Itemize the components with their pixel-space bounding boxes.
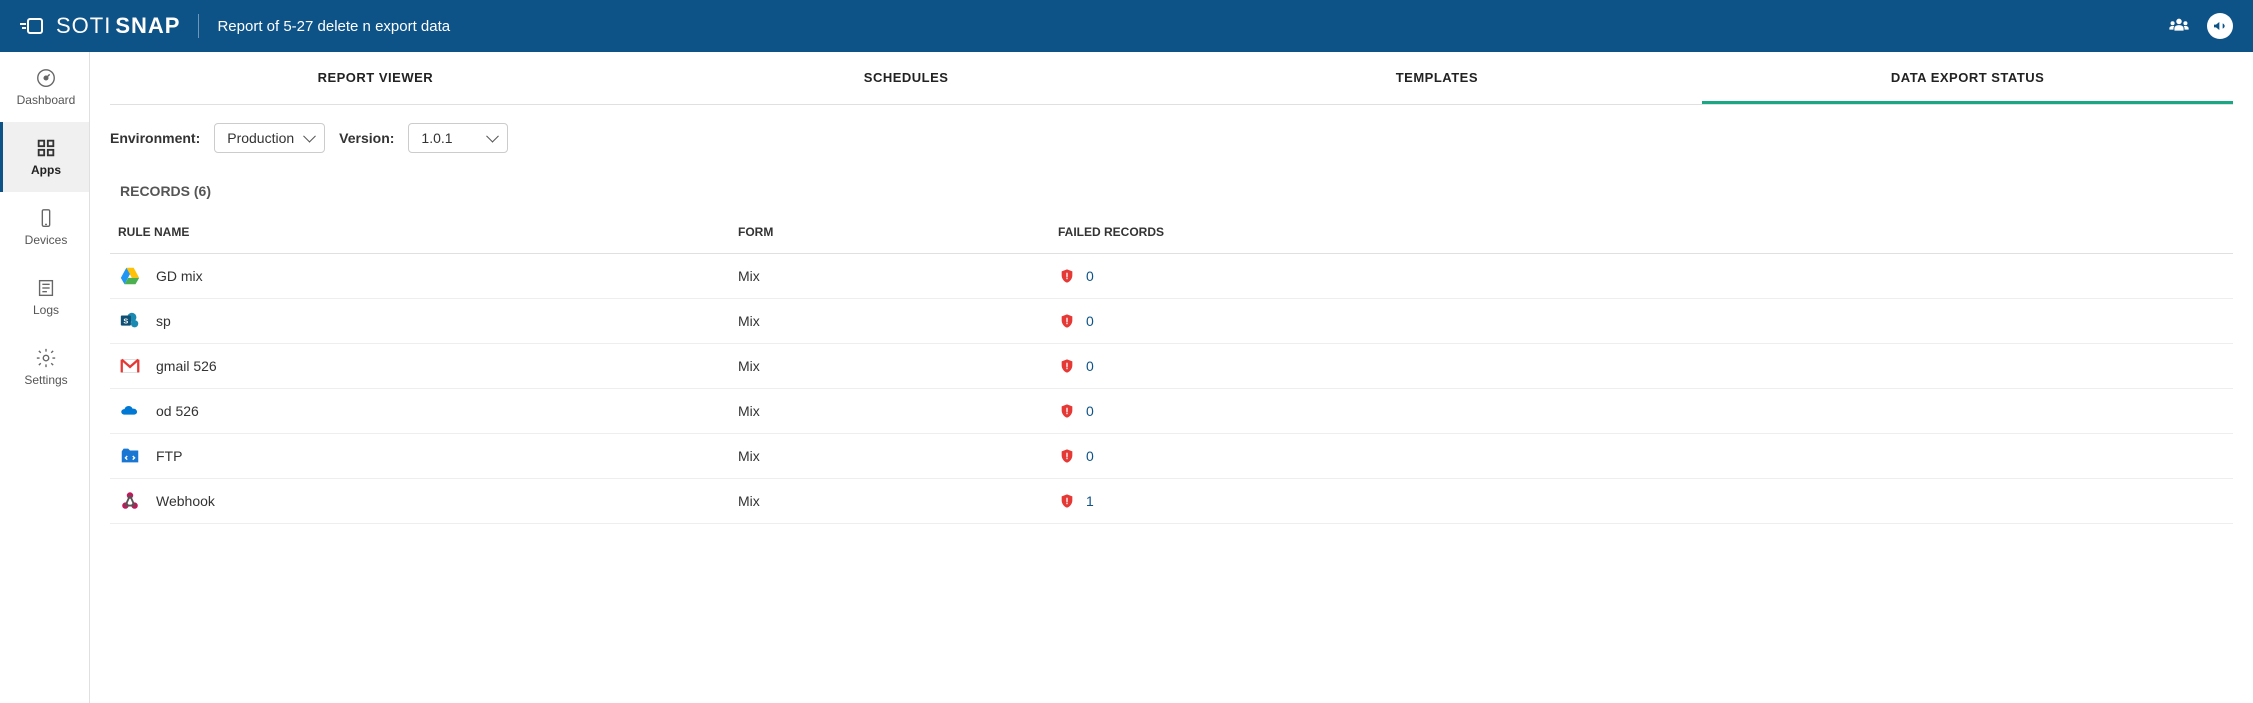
col-header-failed: FAILED RECORDS bbox=[1058, 225, 2225, 239]
table-header: RULE NAME FORM FAILED RECORDS bbox=[110, 211, 2233, 254]
app-header: SOTI SNAP Report of 5-27 delete n export… bbox=[0, 0, 2253, 52]
webhook-icon bbox=[118, 489, 142, 513]
sidebar-item-label: Dashboard bbox=[17, 93, 76, 107]
logs-icon bbox=[35, 277, 57, 299]
shield-icon bbox=[1058, 267, 1076, 285]
brand-text-1: SOTI bbox=[56, 13, 111, 39]
rule-name: Webhook bbox=[156, 493, 215, 509]
table-row[interactable]: Webhook Mix 1 bbox=[110, 479, 2233, 524]
rule-name: FTP bbox=[156, 448, 182, 464]
failed-count: 0 bbox=[1086, 448, 1094, 464]
form-cell: Mix bbox=[738, 403, 1058, 419]
page-title: Report of 5-27 delete n export data bbox=[217, 18, 450, 35]
sidebar-item-label: Apps bbox=[31, 163, 61, 177]
sidebar-item-label: Settings bbox=[24, 373, 67, 387]
sidebar-item-label: Devices bbox=[25, 233, 68, 247]
shield-icon bbox=[1058, 402, 1076, 420]
gmail-icon bbox=[118, 354, 142, 378]
brand-logo: SOTI SNAP bbox=[20, 13, 180, 39]
onedrive-icon bbox=[118, 399, 142, 423]
rule-name: od 526 bbox=[156, 403, 199, 419]
svg-text:S: S bbox=[123, 316, 128, 325]
main-content: REPORT VIEWER SCHEDULES TEMPLATES DATA E… bbox=[90, 52, 2253, 703]
sidebar-item-devices[interactable]: Devices bbox=[0, 192, 89, 262]
gdrive-icon bbox=[118, 264, 142, 288]
rule-name: sp bbox=[156, 313, 171, 329]
table-row[interactable]: gmail 526 Mix 0 bbox=[110, 344, 2233, 389]
sharepoint-icon: S bbox=[118, 309, 142, 333]
shield-icon bbox=[1058, 492, 1076, 510]
table-row[interactable]: Ssp Mix 0 bbox=[110, 299, 2233, 344]
people-icon[interactable] bbox=[2165, 12, 2193, 40]
failed-count: 0 bbox=[1086, 358, 1094, 374]
table-row[interactable]: FTP Mix 0 bbox=[110, 434, 2233, 479]
sidebar-item-label: Logs bbox=[33, 303, 59, 317]
sidebar-item-logs[interactable]: Logs bbox=[0, 262, 89, 332]
header-divider bbox=[198, 14, 199, 38]
rule-name: GD mix bbox=[156, 268, 203, 284]
devices-icon bbox=[35, 207, 57, 229]
version-select[interactable]: 1.0.1 bbox=[408, 123, 508, 153]
sidebar: Dashboard Apps Devices bbox=[0, 52, 90, 703]
failed-count: 1 bbox=[1086, 493, 1094, 509]
form-cell: Mix bbox=[738, 268, 1058, 284]
filters-bar: Environment: Production Version: 1.0.1 bbox=[90, 105, 2253, 163]
tab-templates[interactable]: TEMPLATES bbox=[1172, 52, 1703, 104]
failed-count: 0 bbox=[1086, 403, 1094, 419]
table-row[interactable]: GD mix Mix 0 bbox=[110, 254, 2233, 299]
rule-name: gmail 526 bbox=[156, 358, 217, 374]
failed-count: 0 bbox=[1086, 268, 1094, 284]
tab-report-viewer[interactable]: REPORT VIEWER bbox=[110, 52, 641, 104]
environment-select[interactable]: Production bbox=[214, 123, 325, 153]
shield-icon bbox=[1058, 447, 1076, 465]
sidebar-item-settings[interactable]: Settings bbox=[0, 332, 89, 402]
sidebar-item-apps[interactable]: Apps bbox=[0, 122, 89, 192]
shield-icon bbox=[1058, 312, 1076, 330]
settings-icon bbox=[35, 347, 57, 369]
form-cell: Mix bbox=[738, 448, 1058, 464]
shield-icon bbox=[1058, 357, 1076, 375]
brand-text-2: SNAP bbox=[115, 13, 180, 39]
records-section-title: RECORDS (6) bbox=[90, 163, 2253, 211]
tab-data-export-status[interactable]: DATA EXPORT STATUS bbox=[1702, 52, 2233, 104]
col-header-rule: RULE NAME bbox=[118, 225, 738, 239]
environment-label: Environment: bbox=[110, 130, 200, 146]
version-value: 1.0.1 bbox=[421, 130, 452, 146]
failed-count: 0 bbox=[1086, 313, 1094, 329]
ftp-icon bbox=[118, 444, 142, 468]
form-cell: Mix bbox=[738, 313, 1058, 329]
form-cell: Mix bbox=[738, 493, 1058, 509]
records-table: RULE NAME FORM FAILED RECORDS GD mix Mix 0… bbox=[110, 211, 2233, 524]
col-header-form: FORM bbox=[738, 225, 1058, 239]
sidebar-item-dashboard[interactable]: Dashboard bbox=[0, 52, 89, 122]
apps-icon bbox=[35, 137, 57, 159]
environment-value: Production bbox=[227, 130, 294, 146]
table-row[interactable]: od 526 Mix 0 bbox=[110, 389, 2233, 434]
announcement-icon[interactable] bbox=[2207, 13, 2233, 39]
dashboard-icon bbox=[35, 67, 57, 89]
version-label: Version: bbox=[339, 130, 394, 146]
form-cell: Mix bbox=[738, 358, 1058, 374]
tab-bar: REPORT VIEWER SCHEDULES TEMPLATES DATA E… bbox=[110, 52, 2233, 105]
tab-schedules[interactable]: SCHEDULES bbox=[641, 52, 1172, 104]
logo-icon bbox=[20, 16, 48, 36]
